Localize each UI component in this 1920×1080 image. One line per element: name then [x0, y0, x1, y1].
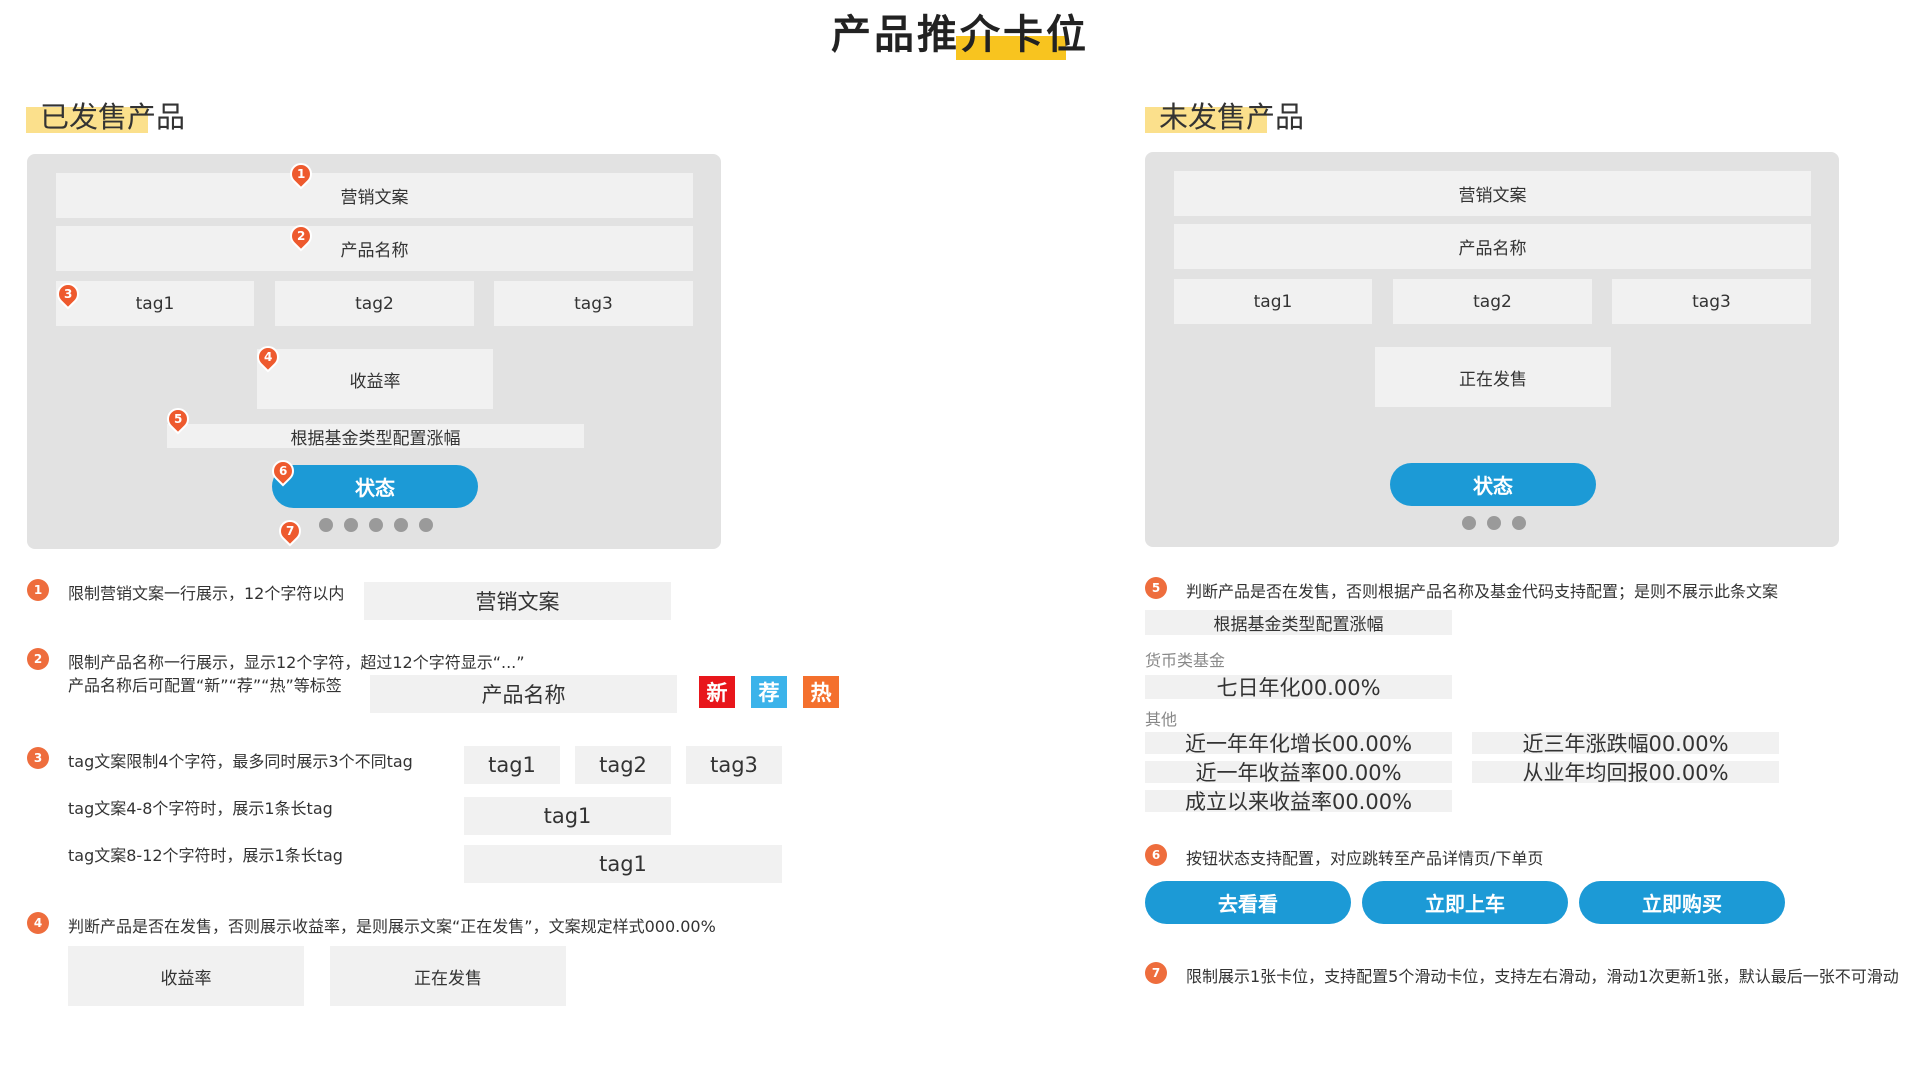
- card-product-name: 产品名称: [1174, 224, 1811, 269]
- note-number-3: 3: [27, 747, 49, 769]
- badge-hot: 热: [803, 676, 839, 708]
- go-see-button[interactable]: 去看看: [1145, 881, 1351, 924]
- note-sample-product-name: 产品名称: [370, 675, 677, 713]
- carousel-dot[interactable]: [419, 518, 433, 532]
- note-number-6: 6: [1145, 844, 1167, 866]
- note-text-3b: tag文案4-8个字符时，展示1条长tag: [68, 799, 333, 818]
- board-now-button[interactable]: 立即上车: [1362, 881, 1568, 924]
- note-sample-marketing: 营销文案: [364, 582, 671, 620]
- carousel-dot[interactable]: [369, 518, 383, 532]
- card-subtitle: 根据基金类型配置涨幅: [167, 424, 584, 449]
- card-tag-1: tag1: [1174, 279, 1372, 324]
- money-fund-value: 七日年化00.00%: [1145, 675, 1452, 700]
- card-tag-2: tag2: [275, 281, 474, 326]
- badge-recommend: 荐: [751, 676, 787, 708]
- card-product-name: 产品名称: [56, 226, 693, 271]
- note-box-yield: 收益率: [68, 946, 304, 1006]
- other-metric: 近一年年化增长00.00%: [1145, 732, 1452, 756]
- note-number-4: 4: [27, 912, 49, 934]
- carousel-dot[interactable]: [319, 518, 333, 532]
- other-metric: 成立以来收益率00.00%: [1145, 790, 1452, 814]
- section-title-sold: 已发售产品: [40, 100, 186, 134]
- card-marketing: 营销文案: [56, 173, 693, 218]
- note-sample-subtitle: 根据基金类型配置涨幅: [1145, 610, 1452, 635]
- label-money-fund: 货币类基金: [1145, 651, 1226, 670]
- buy-now-button[interactable]: 立即购买: [1579, 881, 1785, 924]
- note-tag-2: tag2: [575, 746, 671, 784]
- note-box-on-sale: 正在发售: [330, 946, 566, 1006]
- note-number-2: 2: [27, 648, 49, 670]
- page-title: 产品推介卡位: [831, 12, 1089, 58]
- carousel-dot[interactable]: [1487, 516, 1501, 530]
- card-on-sale: 正在发售: [1375, 347, 1611, 407]
- card-status-button[interactable]: 状态: [272, 465, 478, 508]
- note-text-6: 按钮状态支持配置，对应跳转至产品详情页/下单页: [1186, 849, 1544, 868]
- other-metric: 从业年均回报00.00%: [1472, 761, 1779, 785]
- label-others: 其他: [1145, 710, 1178, 729]
- note-tag-long: tag1: [464, 845, 782, 883]
- card-yield: 收益率: [257, 349, 493, 409]
- card-marketing: 营销文案: [1174, 171, 1811, 216]
- note-number-1: 1: [27, 579, 49, 601]
- note-number-5: 5: [1145, 577, 1167, 599]
- section-title-unsold: 未发售产品: [1159, 100, 1305, 134]
- note-text-7: 限制展示1张卡位，支持配置5个滑动卡位，支持左右滑动，滑动1次更新1张，默认最后…: [1186, 967, 1899, 986]
- note-text-1: 限制营销文案一行展示，12个字符以内: [68, 584, 345, 603]
- note-text-4: 判断产品是否在发售，否则展示收益率，是则展示文案“正在发售”，文案规定样式000…: [68, 917, 716, 936]
- card-tag-3: tag3: [494, 281, 693, 326]
- note-text-2a: 限制产品名称一行展示，显示12个字符，超过12个字符显示“...”: [68, 653, 525, 672]
- badge-new: 新: [699, 676, 735, 708]
- note-text-3c: tag文案8-12个字符时，展示1条长tag: [68, 846, 343, 865]
- carousel-dot[interactable]: [1462, 516, 1476, 530]
- carousel-dot[interactable]: [394, 518, 408, 532]
- note-tag-3: tag3: [686, 746, 782, 784]
- note-text-5: 判断产品是否在发售，否则根据产品名称及基金代码支持配置；是则不展示此条文案: [1186, 582, 1779, 601]
- card-tag-2: tag2: [1393, 279, 1592, 324]
- card-status-button[interactable]: 状态: [1390, 463, 1596, 506]
- note-text-2b: 产品名称后可配置“新”“荐”“热”等标签: [68, 676, 342, 695]
- other-metric: 近一年收益率00.00%: [1145, 761, 1452, 785]
- card-tag-3: tag3: [1612, 279, 1811, 324]
- note-tag-1: tag1: [464, 746, 560, 784]
- carousel-dot[interactable]: [344, 518, 358, 532]
- carousel-dot[interactable]: [1512, 516, 1526, 530]
- card-tag-1: tag1: [56, 281, 254, 326]
- note-text-3a: tag文案限制4个字符，最多同时展示3个不同tag: [68, 752, 413, 771]
- note-tag-medium: tag1: [464, 797, 671, 835]
- other-metric: 近三年涨跌幅00.00%: [1472, 732, 1779, 756]
- note-number-7: 7: [1145, 962, 1167, 984]
